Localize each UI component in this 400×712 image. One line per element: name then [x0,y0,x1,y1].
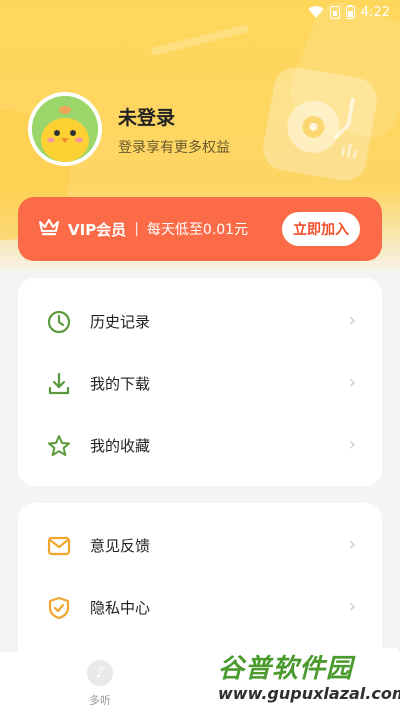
menu-item-favorites[interactable]: 我的收藏 › [18,414,382,476]
chick-avatar-icon [32,96,98,162]
status-time: 4:22 [360,4,390,20]
tab-duoting[interactable]: ♪ 多听 [74,660,126,708]
menu-card-primary: 历史记录 › 我的下载 › 我的收藏 › [18,278,382,486]
crown-icon [38,217,60,241]
menu-label-privacy: 隐私中心 [90,599,151,617]
chevron-right-icon: › [348,372,356,393]
sim-icon [329,5,340,19]
mail-icon [46,533,72,559]
tab-label-duoting: 多听 [89,694,111,707]
record-player-icon [259,63,381,185]
chevron-right-icon: › [348,310,356,331]
watermark-title: 谷普软件园 [218,654,354,684]
menu-label-downloads: 我的下载 [90,375,151,393]
join-vip-button[interactable]: 立即加入 [282,212,360,246]
wifi-icon [308,5,324,19]
status-bar: 4:22 [0,0,400,24]
menu-item-history[interactable]: 历史记录 › [18,290,382,352]
chevron-right-icon: › [348,596,356,617]
vip-title: VIP会员 [68,220,127,239]
star-icon [46,433,72,459]
username[interactable]: 未登录 [118,103,175,130]
login-prompt[interactable]: 登录享有更多权益 [118,137,230,157]
menu-label-favorites: 我的收藏 [90,437,151,455]
menu-item-downloads[interactable]: 我的下载 › [18,352,382,414]
battery-icon [345,5,355,19]
vip-separator: | [134,221,139,237]
menu-label-feedback: 意见反馈 [90,537,151,555]
watermark-url: www.gupuxlazal.com [218,684,400,703]
clock-icon [46,309,72,335]
menu-item-privacy[interactable]: 隐私中心 › [18,576,382,638]
vip-description: 每天低至0.01元 [146,222,249,238]
shield-icon [46,595,72,621]
chevron-right-icon: › [348,534,356,555]
vip-banner[interactable]: VIP会员 | 每天低至0.01元 立即加入 [18,197,382,261]
menu-item-feedback[interactable]: 意见反馈 › [18,514,382,576]
download-icon [46,371,72,397]
menu-label-history: 历史记录 [90,313,151,331]
watermark: 谷普软件园 www.gupuxlazal.com [212,648,400,710]
avatar[interactable] [28,92,102,166]
music-note-icon: ♪ [87,660,113,686]
chevron-right-icon: › [348,434,356,455]
header-decoration-stroke [150,24,250,56]
